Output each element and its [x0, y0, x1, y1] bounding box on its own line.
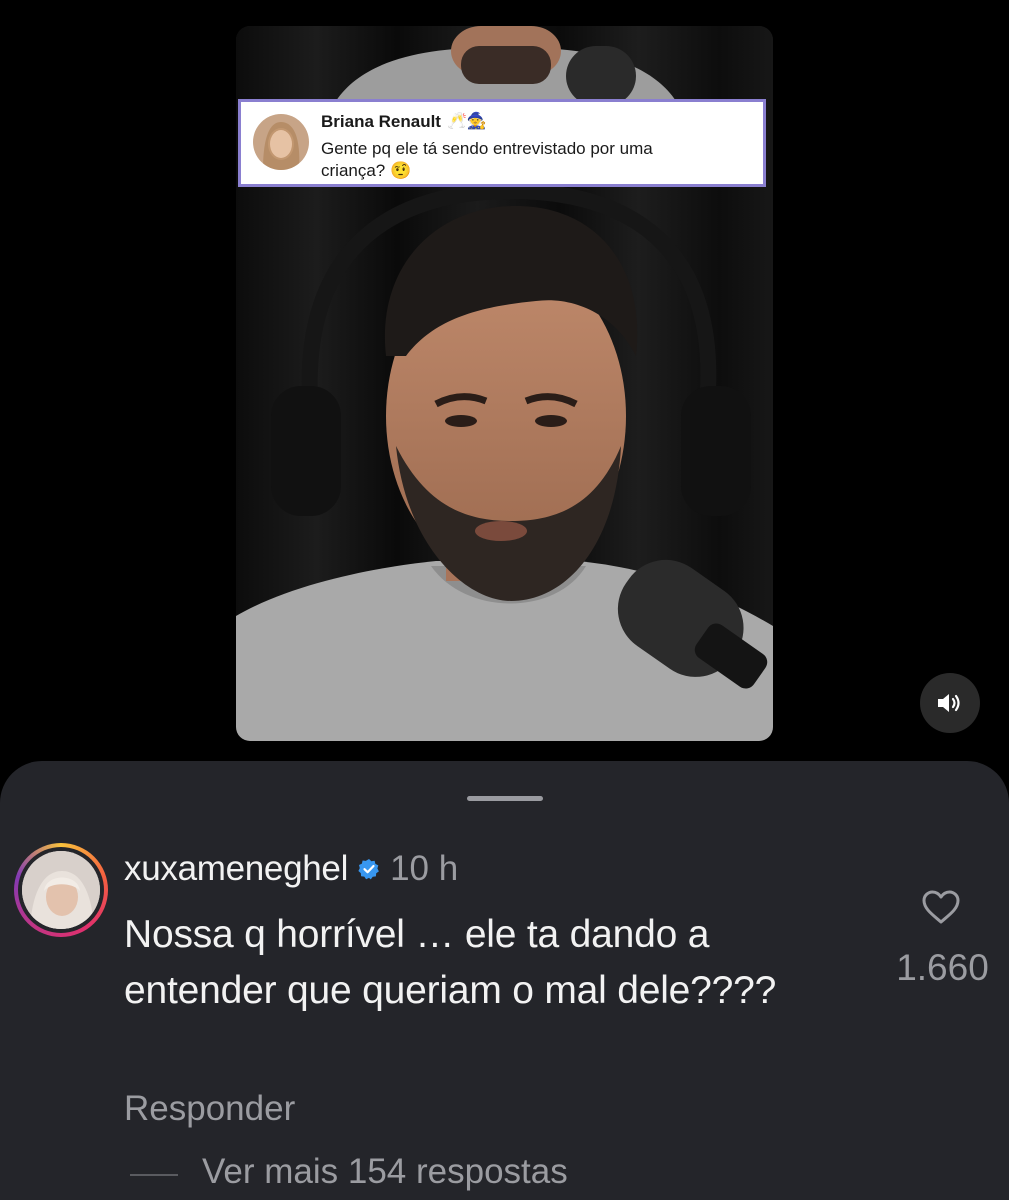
overlay-avatar — [253, 114, 309, 170]
avatar-image — [22, 851, 100, 929]
sound-toggle-button[interactable] — [920, 673, 980, 733]
speaker-volume-icon — [938, 694, 960, 712]
overlay-comment-text: Gente pq ele tá sendo entrevistado por u… — [321, 139, 653, 180]
reply-button[interactable]: Responder — [124, 1089, 295, 1129]
comments-sheet: xuxameneghel 10 h Nossa q horrível … ele… — [0, 761, 1009, 1200]
sheet-drag-handle[interactable] — [467, 796, 543, 801]
comment-username[interactable]: xuxameneghel — [124, 849, 348, 889]
user-avatar[interactable] — [14, 843, 108, 937]
comment-text: Nossa q horrível … ele ta dando a entend… — [124, 913, 777, 1012]
overlay-author-name: Briana Renault — [321, 112, 441, 131]
screen: Briana Renault 🥂🧙 Gente pq ele tá sendo … — [0, 0, 1009, 1200]
like-count: 1.660 — [896, 947, 989, 988]
overlay-comment-card: Briana Renault 🥂🧙 Gente pq ele tá sendo … — [238, 99, 766, 187]
overlay-author-emojis: 🥂🧙 — [446, 113, 487, 130]
heart-outline-icon — [922, 890, 960, 924]
comment-timestamp: 10 h — [390, 849, 459, 888]
verified-badge-icon — [358, 859, 379, 880]
avatar-image — [253, 114, 309, 170]
replies-divider-line — [130, 1174, 178, 1176]
like-button[interactable] — [921, 889, 961, 930]
comment-header: xuxameneghel 10 h — [124, 849, 458, 889]
view-more-replies-button[interactable]: Ver mais 154 respostas — [202, 1152, 568, 1192]
video-player[interactable]: Briana Renault 🥂🧙 Gente pq ele tá sendo … — [236, 26, 773, 741]
